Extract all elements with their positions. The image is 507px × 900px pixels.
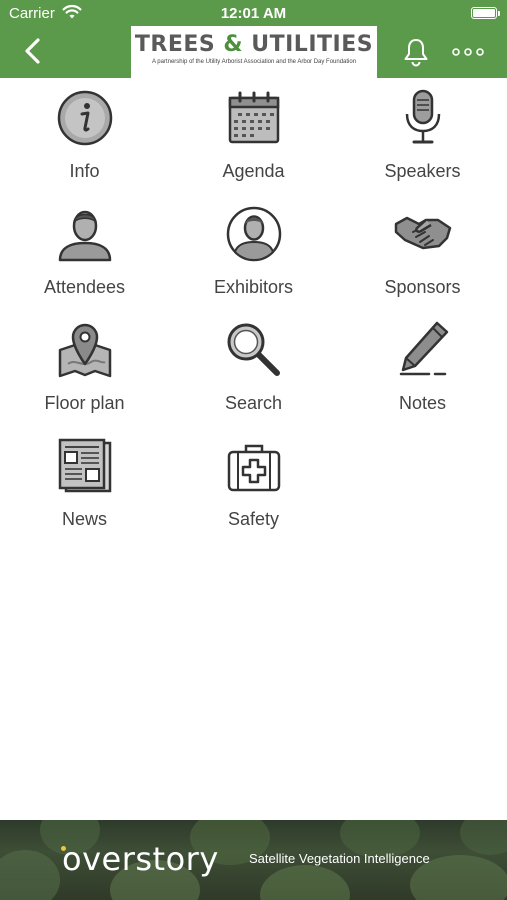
microphone-icon: [405, 89, 440, 144]
menu-item-exhibitors[interactable]: Exhibitors: [169, 198, 338, 314]
ad-tagline: Satellite Vegetation Intelligence: [249, 851, 430, 866]
pen-icon: [399, 321, 448, 376]
info-icon: [57, 90, 112, 146]
calendar-icon: [228, 91, 279, 144]
menu-item-search[interactable]: Search: [169, 314, 338, 430]
menu-item-label: Attendees: [43, 277, 126, 297]
menu-item-speakers[interactable]: Speakers: [338, 82, 507, 198]
clock: 12:01 AM: [220, 5, 287, 22]
menu-item-floor-plan[interactable]: Floor plan: [0, 314, 169, 430]
newspaper-icon: [58, 438, 111, 493]
menu-item-label: Notes: [398, 393, 447, 413]
menu-item-notes[interactable]: Notes: [338, 314, 507, 430]
status-bar: Carrier 12:01 AM: [0, 0, 507, 26]
person-icon: [58, 210, 111, 262]
menu-item-attendees[interactable]: Attendees: [0, 198, 169, 314]
person-circle-icon: [226, 206, 281, 262]
menu-item-label: Info: [69, 161, 100, 181]
menu-item-label: News: [61, 509, 107, 529]
menu-item-info[interactable]: Info: [0, 82, 169, 198]
menu-item-label: Search: [224, 393, 283, 413]
more-dots-icon[interactable]: [451, 44, 485, 60]
ad-brand: overstory: [62, 840, 219, 878]
menu-item-label: Floor plan: [44, 393, 125, 413]
logo-title: TREES & UTILITIES: [134, 32, 374, 57]
menu-item-label: Agenda: [222, 161, 285, 181]
menu-item-safety[interactable]: Safety: [169, 430, 338, 546]
menu-item-label: Sponsors: [384, 277, 461, 297]
first-aid-kit-icon: [227, 444, 280, 492]
menu-item-label: Safety: [227, 509, 280, 529]
menu-item-label: Speakers: [384, 161, 461, 181]
menu-item-label: Exhibitors: [213, 277, 294, 297]
back-button[interactable]: [22, 37, 46, 65]
menu-item-news[interactable]: News: [0, 430, 169, 546]
event-logo: TREES & UTILITIES A partnership of the U…: [131, 26, 377, 78]
top-bar: Carrier 12:01 AM TREES & UTILITIES A par…: [0, 0, 507, 78]
sponsor-ad-banner[interactable]: overstory Satellite Vegetation Intellige…: [0, 820, 507, 900]
menu-item-sponsors[interactable]: Sponsors: [338, 198, 507, 314]
battery-icon: [471, 7, 500, 19]
handshake-icon: [394, 216, 451, 250]
bell-icon[interactable]: [402, 37, 430, 67]
menu-item-agenda[interactable]: Agenda: [169, 82, 338, 198]
logo-subtitle: A partnership of the Utility Arborist As…: [151, 59, 357, 65]
map-pin-icon: [58, 323, 111, 378]
ad-background-foliage: [0, 850, 60, 900]
magnifier-icon: [227, 323, 280, 376]
